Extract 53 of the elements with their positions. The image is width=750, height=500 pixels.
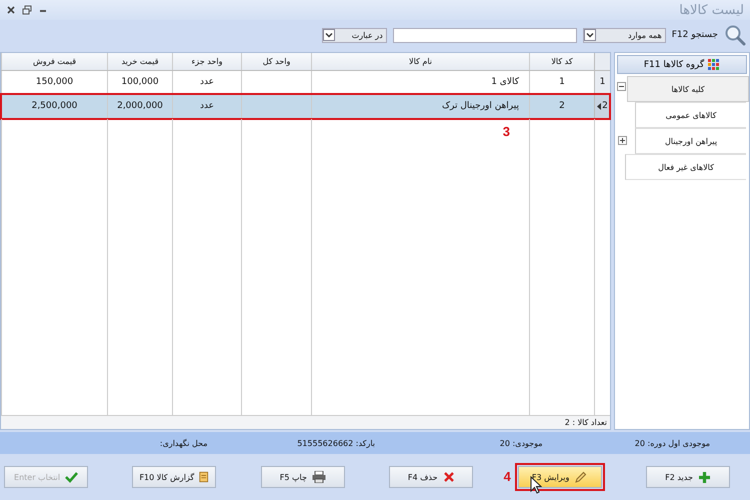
table-cell: 2 xyxy=(559,101,565,111)
current-row-icon xyxy=(597,102,602,110)
match-dropdown[interactable]: در عبارت xyxy=(322,28,387,42)
info-text: بارکد: 51555626662 xyxy=(296,438,375,448)
restore-icon[interactable] xyxy=(22,5,32,15)
search-icon[interactable] xyxy=(724,24,746,46)
table-cell: پیراهن اورجینال ترک xyxy=(442,101,519,111)
pencil-icon xyxy=(574,470,588,484)
info-text: موجودی: 20 xyxy=(498,438,542,448)
expand-icon[interactable] xyxy=(618,136,627,145)
table-cell: عدد xyxy=(200,101,214,111)
tree-item[interactable]: کالاهای غیر فعال xyxy=(625,154,746,180)
delete-icon xyxy=(442,471,455,483)
table-cell: 1 xyxy=(559,77,565,87)
grid-icon xyxy=(708,59,720,70)
table-cell: کالای 1 xyxy=(491,77,519,87)
column-header[interactable]: واحد جزء xyxy=(172,53,241,70)
row-number: 2 xyxy=(602,101,608,111)
plus-icon xyxy=(698,470,711,484)
checkmark-icon xyxy=(65,471,78,483)
column-header[interactable]: کد کالا xyxy=(529,53,594,70)
column-header[interactable]: نام کالا xyxy=(311,53,529,70)
step-number: 4 xyxy=(504,469,511,484)
search-label: جستجو F12 xyxy=(672,30,718,40)
groups-button[interactable]: گروه کالاها F11 xyxy=(617,55,747,74)
close-icon[interactable] xyxy=(6,5,16,15)
collapse-icon[interactable] xyxy=(617,82,626,91)
info-text: محل نگهداری: xyxy=(158,438,208,448)
tree-item[interactable]: پیراهن اورجینال xyxy=(635,128,746,154)
table-cell: 2,500,000 xyxy=(32,101,78,111)
table-cell: 2,000,000 xyxy=(117,101,163,111)
action-button[interactable]: گزارش کالا F10 xyxy=(132,466,216,488)
action-button[interactable]: جدید F2 xyxy=(646,466,730,488)
action-button[interactable]: چاپ F5 xyxy=(260,466,345,488)
tree-item[interactable]: کلیه کالاها xyxy=(627,76,749,102)
table-cell: 150,000 xyxy=(36,77,74,87)
table-cell: 100,000 xyxy=(121,77,159,87)
column-header[interactable]: قیمت خرید xyxy=(107,53,172,70)
table-cell: عدد xyxy=(200,77,214,87)
column-header[interactable]: قیمت فروش xyxy=(1,53,107,70)
row-number: 1 xyxy=(600,77,606,87)
item-count: تعداد کالا : 2 xyxy=(564,418,607,427)
search-field[interactable] xyxy=(392,28,577,42)
column-header[interactable]: واحد کل xyxy=(241,53,311,70)
step-number: 3 xyxy=(502,124,510,139)
action-button[interactable]: حذف F4 xyxy=(389,466,474,488)
scope-dropdown[interactable]: همه موارد xyxy=(582,28,666,42)
document-icon xyxy=(199,470,210,484)
window-title: لیست کالاها xyxy=(679,2,744,18)
cursor-icon xyxy=(530,476,542,494)
info-text: موجودی اول دوره: 20 xyxy=(634,438,710,448)
printer-icon xyxy=(312,471,326,483)
tree-item[interactable]: کالاهای عمومی xyxy=(635,102,746,128)
